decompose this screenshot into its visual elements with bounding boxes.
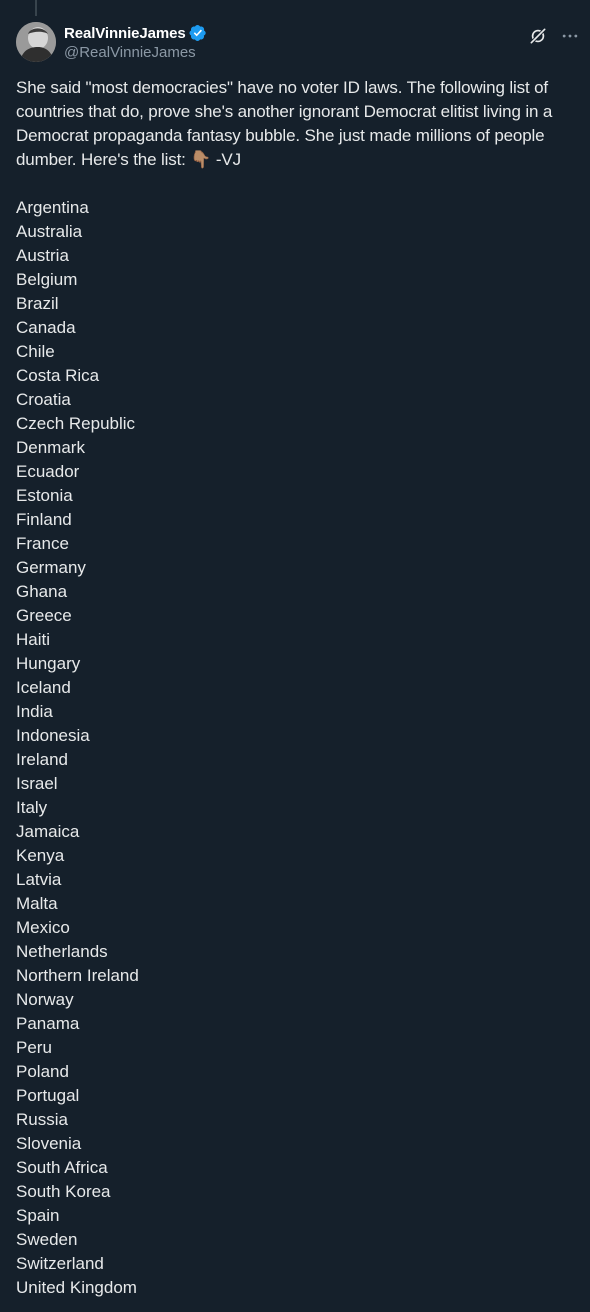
country-list-item: Hungary	[16, 654, 81, 673]
country-list-item: Germany	[16, 558, 86, 577]
country-list-item: Finland	[16, 510, 72, 529]
country-list-item: Norway	[16, 990, 74, 1009]
country-list-item: Netherlands	[16, 942, 108, 961]
author-name-row: RealVinnieJames	[64, 23, 207, 43]
country-list: Argentina Australia Austria Belgium Brazil Ca…	[16, 196, 580, 1300]
country-list-item: Denmark	[16, 438, 85, 457]
country-list-item: Ireland	[16, 750, 68, 769]
country-list-item: Canada	[16, 318, 76, 337]
country-list-item: Estonia	[16, 486, 73, 505]
thread-connector-line	[35, 0, 37, 16]
country-list-item: Spain	[16, 1206, 60, 1225]
country-list-item: Austria	[16, 246, 69, 265]
tweet-intro-text: She said "most democracies" have no vote…	[16, 78, 553, 169]
avatar[interactable]	[16, 22, 56, 62]
country-list-item: India	[16, 702, 53, 721]
country-list-item: Portugal	[16, 1086, 80, 1105]
country-list-item: Haiti	[16, 630, 51, 649]
country-list-item: Brazil	[16, 294, 59, 313]
country-list-item: Argentina	[16, 198, 89, 217]
country-list-item: Indonesia	[16, 726, 90, 745]
country-list-item: Chile	[16, 342, 55, 361]
country-list-item: Russia	[16, 1110, 68, 1129]
tweet-author: RealVinnieJames @RealVinnieJames	[64, 23, 207, 61]
country-list-item: Greece	[16, 606, 72, 625]
country-list-item: Costa Rica	[16, 366, 100, 385]
user-handle[interactable]: @RealVinnieJames	[64, 44, 207, 61]
country-list-item: Czech Republic	[16, 414, 136, 433]
country-list-item: Iceland	[16, 678, 71, 697]
country-list-item: Switzerland	[16, 1254, 104, 1273]
country-list-item: Peru	[16, 1038, 52, 1057]
tweet-header: RealVinnieJames @RealVinnieJames	[16, 22, 580, 64]
country-list-item: Latvia	[16, 870, 62, 889]
country-list-item: Israel	[16, 774, 58, 793]
tweet-body: She said "most democracies" have no vote…	[16, 76, 580, 1300]
country-list-item: Sweden	[16, 1230, 78, 1249]
country-list-item: Ghana	[16, 582, 68, 601]
country-list-item: Belgium	[16, 270, 78, 289]
country-list-item: Mexico	[16, 918, 70, 937]
grok-icon[interactable]	[528, 26, 548, 46]
country-list-item: Australia	[16, 222, 83, 241]
avatar-image	[16, 22, 56, 62]
country-list-item: United Kingdom	[16, 1278, 137, 1297]
country-list-item: Italy	[16, 798, 48, 817]
display-name[interactable]: RealVinnieJames	[64, 25, 186, 42]
verified-badge-icon	[189, 24, 206, 42]
country-list-item: Croatia	[16, 390, 71, 409]
country-list-item: Malta	[16, 894, 58, 913]
country-list-item: Northern Ireland	[16, 966, 139, 985]
country-list-item: Panama	[16, 1014, 80, 1033]
country-list-item: Slovenia	[16, 1134, 82, 1153]
country-list-item: South Korea	[16, 1182, 111, 1201]
country-list-item: Poland	[16, 1062, 69, 1081]
country-list-item: Jamaica	[16, 822, 80, 841]
country-list-item: Ecuador	[16, 462, 80, 481]
country-list-item: Kenya	[16, 846, 65, 865]
country-list-item: South Africa	[16, 1158, 108, 1177]
country-list-item: France	[16, 534, 69, 553]
more-options-icon[interactable]	[560, 26, 580, 46]
